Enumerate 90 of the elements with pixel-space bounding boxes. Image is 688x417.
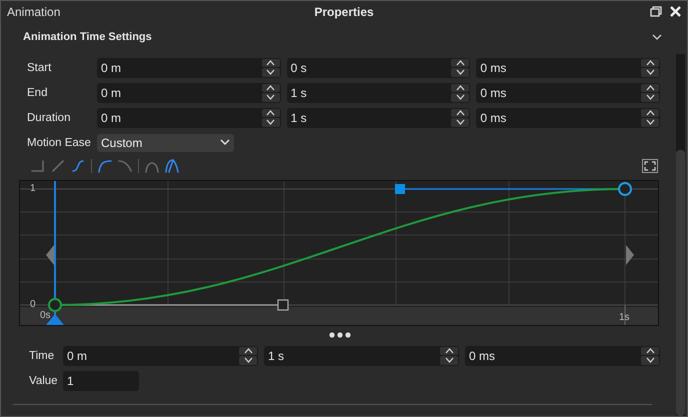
keyframe-point[interactable]: [48, 298, 62, 312]
ease-dropdown[interactable]: Custom: [97, 134, 234, 152]
scroll-right-icon[interactable]: [626, 245, 634, 265]
panel-tab[interactable]: Animation: [7, 4, 60, 18]
increment-button[interactable]: [451, 84, 470, 92]
time-field[interactable]: 0 ms: [476, 58, 660, 78]
decrement-button[interactable]: [451, 93, 470, 102]
increment-button[interactable]: [262, 84, 280, 92]
caret-up-icon: [456, 60, 465, 66]
caret-down-icon: [646, 119, 655, 126]
decrement-button[interactable]: [641, 356, 659, 364]
curve-editor[interactable]: 1 0 0s 1s: [19, 180, 659, 326]
ease-preset-button[interactable]: [163, 157, 181, 175]
restore-icon[interactable]: [650, 6, 662, 17]
scroll-left-icon[interactable]: [46, 245, 54, 265]
caret-up-icon: [646, 60, 655, 66]
time-field[interactable]: 0 s: [286, 58, 470, 78]
caret-up-icon: [646, 110, 655, 116]
decrement-button[interactable]: [451, 68, 470, 76]
field-label: Duration: [27, 112, 72, 124]
field-label: Time: [29, 350, 56, 362]
time-field[interactable]: 1 s: [286, 82, 470, 102]
caret-down-icon: [646, 69, 655, 76]
time-field[interactable]: 0 ms: [476, 108, 660, 128]
ease-preset-button[interactable]: [116, 157, 134, 175]
caret-up-icon: [266, 60, 276, 66]
time-field[interactable]: 0 m: [63, 346, 258, 366]
caret-down-icon: [266, 94, 276, 100]
time-field[interactable]: 0 m: [97, 82, 281, 102]
caret-up-icon: [456, 84, 465, 91]
increment-button[interactable]: [641, 108, 660, 117]
scrollbar-thumb[interactable]: [676, 150, 685, 416]
caret-down-icon: [646, 94, 655, 100]
caret-up-icon: [444, 348, 454, 354]
caret-up-icon: [266, 110, 276, 116]
caret-down-icon: [266, 119, 276, 126]
caret-down-icon: [646, 357, 654, 364]
caret-down-icon: [220, 139, 230, 146]
time-field[interactable]: 0 m: [97, 58, 281, 78]
fit-view-button[interactable]: [642, 159, 658, 173]
time-field[interactable]: 0 m: [97, 108, 281, 128]
caret-up-icon: [456, 110, 465, 116]
increment-button[interactable]: [641, 84, 660, 92]
caret-down-icon: [444, 357, 454, 364]
axis-label: 0: [30, 300, 36, 310]
value-field[interactable]: 1: [63, 370, 139, 390]
decrement-button[interactable]: [262, 93, 280, 102]
caret-up-icon: [646, 84, 655, 91]
decrement-button[interactable]: [641, 68, 660, 76]
decrement-button[interactable]: [262, 68, 280, 76]
time-field[interactable]: 0 ms: [465, 346, 660, 366]
increment-button[interactable]: [262, 108, 280, 117]
decrement-button[interactable]: [641, 118, 660, 126]
decrement-button[interactable]: [451, 118, 470, 126]
decrement-button[interactable]: [440, 356, 458, 364]
field-label: End: [27, 86, 48, 98]
ease-preset-button[interactable]: [96, 157, 114, 175]
more-icon[interactable]: [328, 332, 350, 338]
keyframe-point[interactable]: [618, 182, 632, 196]
chevron-icon[interactable]: [652, 32, 662, 42]
caret-up-icon: [244, 348, 252, 354]
axis-label: 1: [30, 184, 36, 194]
field-label: Motion Ease: [27, 136, 91, 148]
axis-label: 1s: [619, 313, 630, 323]
field-label: Value: [29, 374, 57, 386]
field-label: Start: [27, 62, 52, 74]
caret-up-icon: [646, 348, 654, 354]
caret-down-icon: [456, 119, 465, 126]
increment-button[interactable]: [262, 58, 280, 67]
caret-down-icon: [244, 357, 252, 364]
decrement-button[interactable]: [239, 356, 257, 364]
caret-down-icon: [456, 69, 465, 76]
axis-label: 0s: [40, 311, 51, 321]
time-field[interactable]: 0 ms: [476, 82, 660, 102]
window-title: Properties: [314, 4, 374, 18]
time-field[interactable]: 1 s: [264, 346, 459, 366]
increment-button[interactable]: [641, 346, 659, 355]
caret-down-icon: [266, 69, 276, 76]
close-icon[interactable]: [670, 6, 681, 17]
caret-down-icon: [456, 94, 465, 100]
caret-up-icon: [266, 84, 276, 91]
decrement-button[interactable]: [641, 93, 660, 102]
time-field[interactable]: 1 s: [286, 108, 470, 128]
decrement-button[interactable]: [262, 118, 280, 126]
section-title: Animation Time Settings: [23, 31, 152, 43]
increment-button[interactable]: [239, 346, 257, 355]
increment-button[interactable]: [451, 58, 470, 67]
increment-button[interactable]: [641, 58, 660, 67]
increment-button[interactable]: [440, 346, 458, 355]
increment-button[interactable]: [451, 108, 470, 117]
